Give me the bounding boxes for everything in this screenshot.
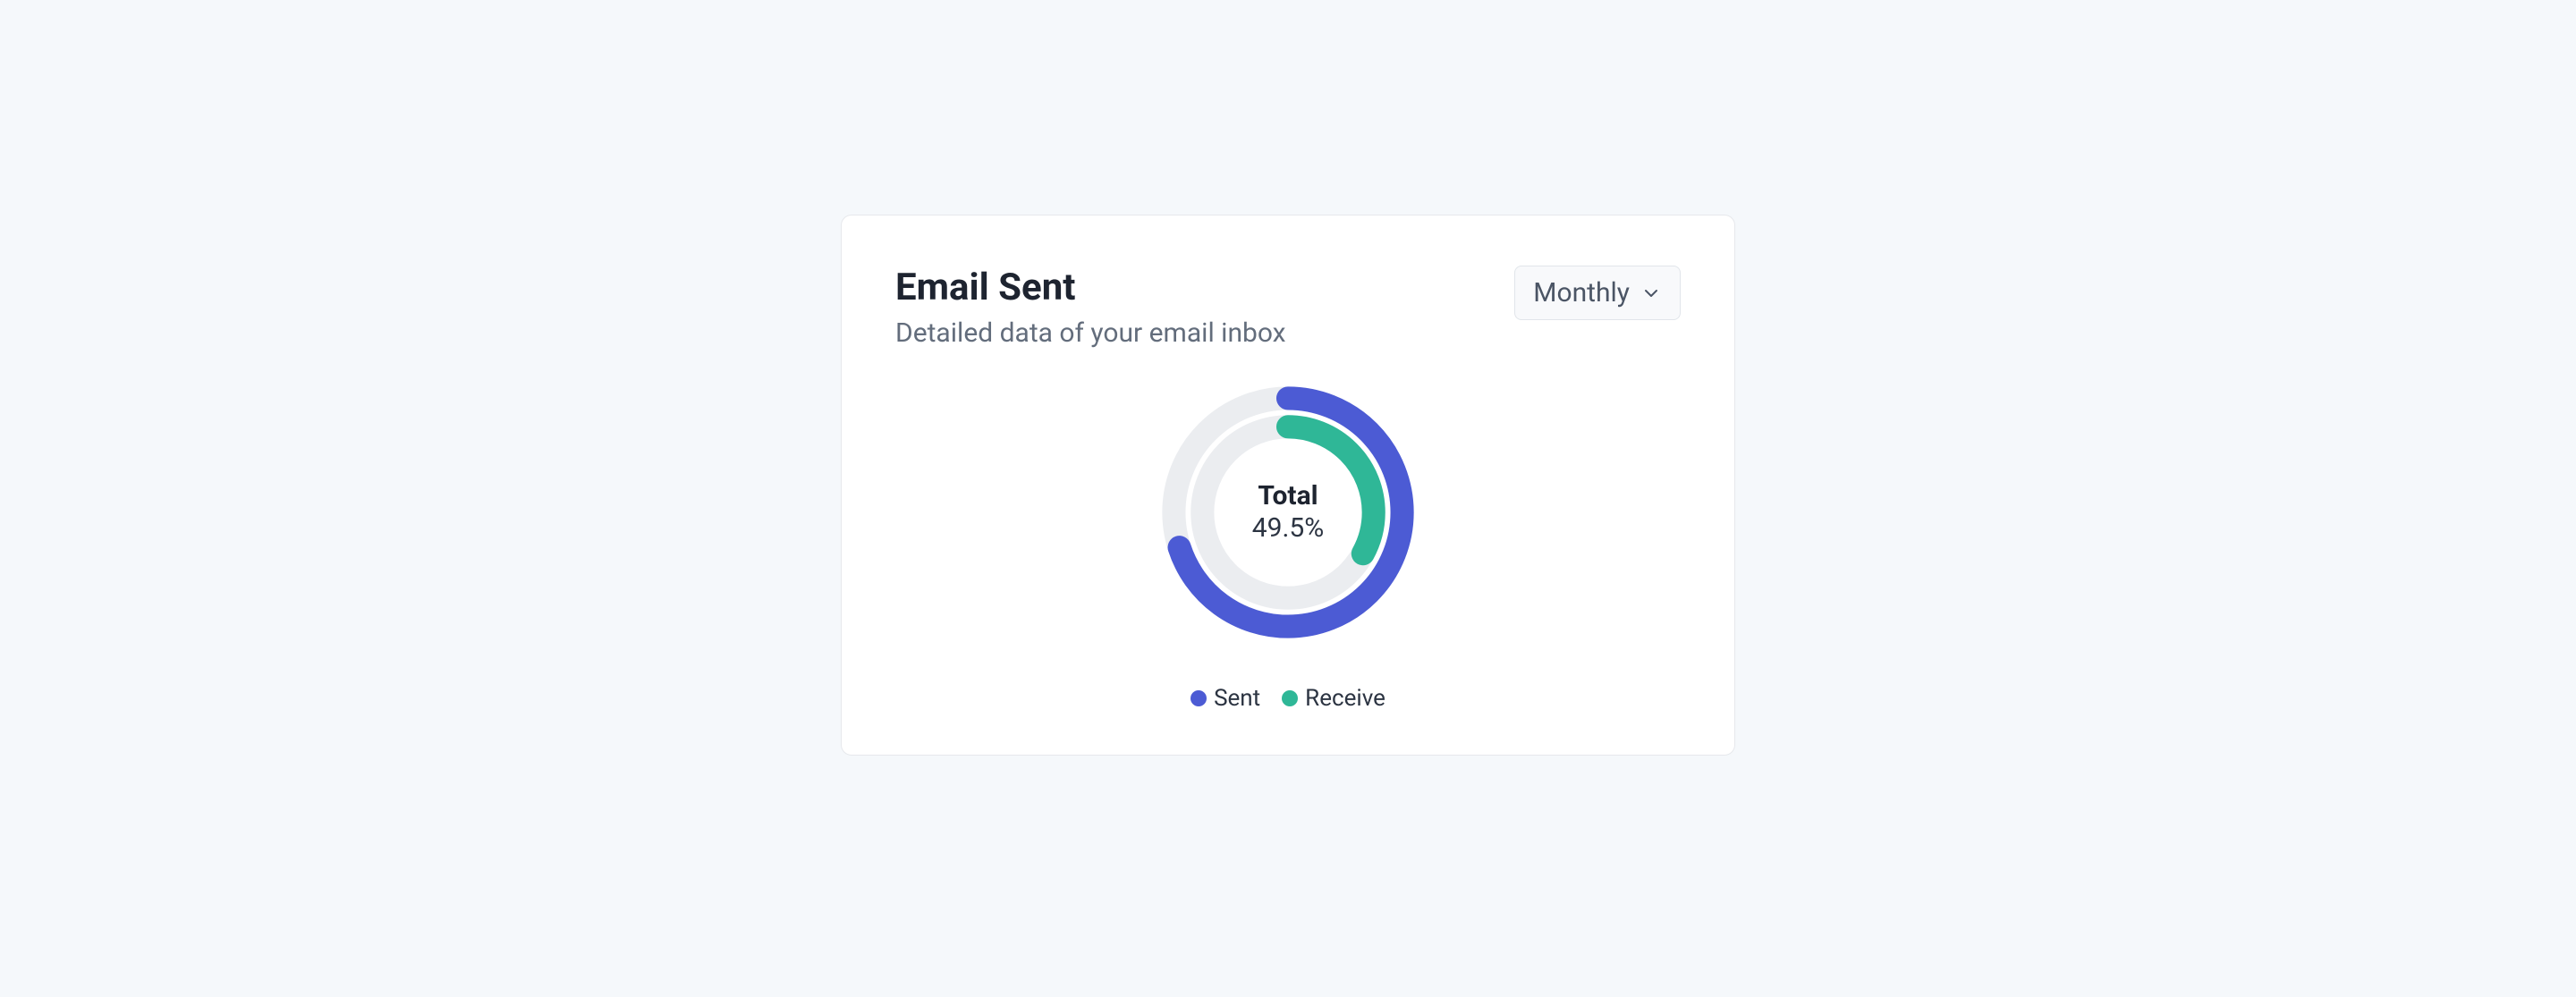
card-title: Email Sent <box>895 266 1286 310</box>
legend-item-sent: Sent <box>1191 685 1260 712</box>
total-label: Total <box>1258 480 1318 512</box>
legend-label-receive: Receive <box>1305 685 1385 712</box>
total-value: 49.5% <box>1252 512 1324 545</box>
legend-dot-sent <box>1191 690 1207 706</box>
legend-label-sent: Sent <box>1214 685 1260 712</box>
legend-dot-receive <box>1282 690 1298 706</box>
period-dropdown[interactable]: Monthly <box>1514 266 1681 320</box>
chart-legend: Sent Receive <box>1191 685 1385 712</box>
donut-center: Total 49.5% <box>1158 383 1418 642</box>
card-subtitle: Detailed data of your email inbox <box>895 316 1286 351</box>
email-sent-card: Email Sent Detailed data of your email i… <box>841 215 1735 756</box>
title-block: Email Sent Detailed data of your email i… <box>895 266 1286 351</box>
donut-chart: Total 49.5% <box>1158 383 1418 642</box>
dropdown-selected-label: Monthly <box>1533 277 1630 308</box>
card-header: Email Sent Detailed data of your email i… <box>895 266 1681 351</box>
legend-item-receive: Receive <box>1282 685 1385 712</box>
chart-area: Total 49.5% Sent Receive <box>895 383 1681 712</box>
chevron-down-icon <box>1640 283 1662 304</box>
